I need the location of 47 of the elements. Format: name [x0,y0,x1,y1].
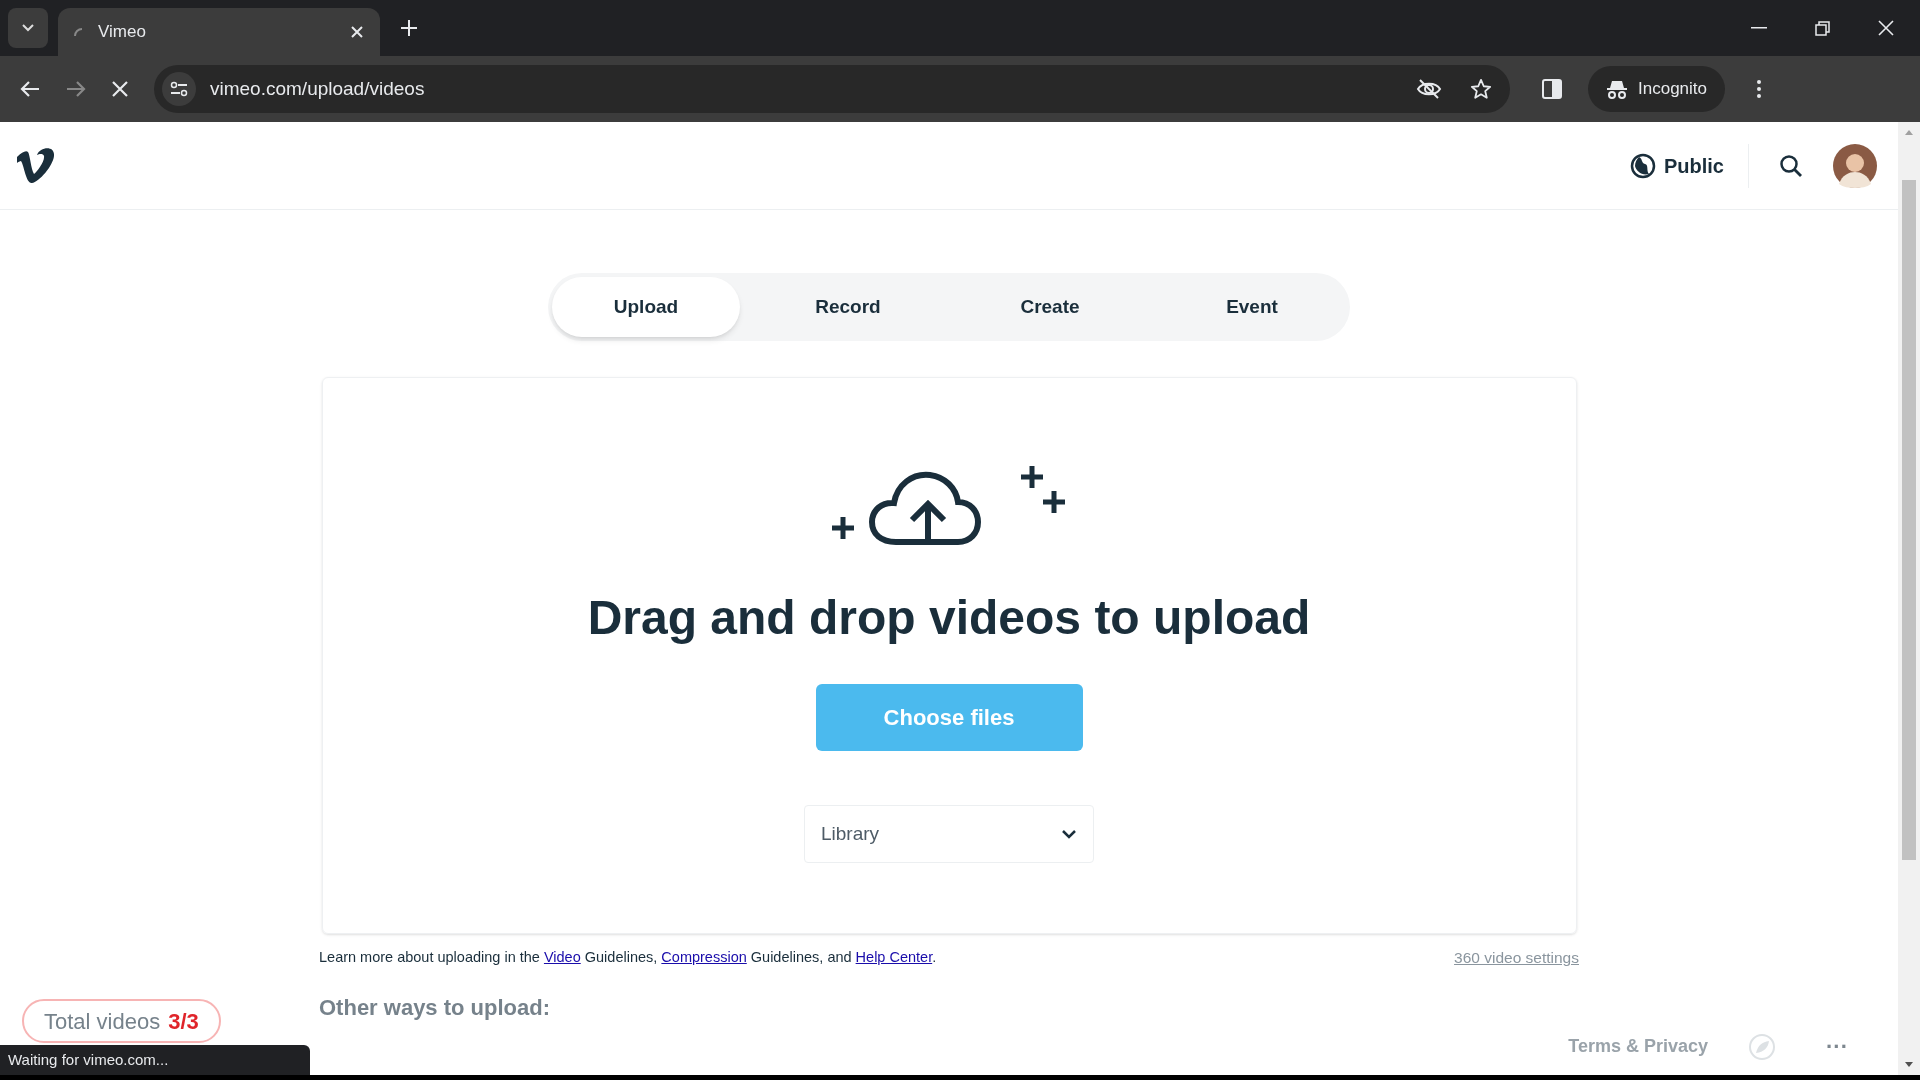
total-videos-label: Total videos [44,1007,161,1036]
close-tab-icon[interactable] [350,25,364,39]
avatar-icon[interactable] [1833,143,1877,188]
guideline-link[interactable]: Help Center [855,948,933,965]
upload-mode-tab[interactable]: Event [1158,277,1346,337]
tab-search-icon[interactable] [21,23,35,33]
new-tab-icon[interactable] [400,19,418,37]
privacy-selector[interactable]: Public [1630,143,1749,188]
loading-spinner-icon [74,28,82,36]
upload-mode-tab[interactable]: Upload [552,277,740,337]
dropzone-card[interactable]: Drag and drop videos to upload Choose files Library [321,377,1577,934]
section-heading: Other ways to upload: [319,994,552,1023]
site-settings-icon[interactable] [170,81,188,97]
search-icon[interactable] [1779,153,1803,178]
browser-menu-icon[interactable] [1757,80,1761,98]
guideline-link[interactable]: Video [543,948,581,965]
close-window-icon[interactable] [1878,20,1894,36]
video-count: 3/3 [168,1007,199,1036]
globe-icon [1630,152,1656,179]
chevron-down-icon [1061,829,1077,839]
profile-label: Incognito [1638,78,1707,101]
incognito-chip[interactable]: Incognito [1588,66,1725,112]
side-panel-icon[interactable] [1542,79,1562,99]
more-options-button[interactable]: ··· [1816,1030,1858,1063]
upload-mode-tab[interactable]: Record [754,277,942,337]
upload-mode-tab[interactable]: Create [956,277,1144,337]
url-text: vimeo.com/upload/videos [210,76,426,101]
theme-toggle-icon[interactable] [1748,1032,1776,1061]
minimize-icon[interactable] [1751,27,1767,29]
destination-dropdown[interactable]: Library [804,805,1094,863]
status-bubble: Waiting for vimeo.com... [0,1045,310,1075]
restore-icon[interactable] [1815,20,1830,36]
incognito-icon [1606,79,1628,99]
dropzone-heading: Drag and drop videos to upload [587,590,1311,646]
scrollbar[interactable] [1898,122,1920,1075]
forward-icon[interactable] [66,80,86,98]
guidelines-text: Learn more about uploading in the Video Guidelines, Compression Guidelines, and Help Center. [319,947,937,967]
scroll-down-icon[interactable] [1905,1062,1913,1067]
bookmark-star-icon[interactable] [1470,78,1492,100]
back-icon[interactable] [20,80,40,98]
browser-tab[interactable]: Vimeo [58,8,380,56]
address-bar[interactable]: vimeo.com/upload/videos [154,65,1510,113]
guideline-link[interactable]: Compression [661,948,747,965]
stop-loading-icon[interactable] [112,81,128,97]
tab-title: Vimeo [98,21,147,44]
eye-slash-icon[interactable] [1416,78,1442,100]
logo-icon[interactable] [15,147,57,184]
